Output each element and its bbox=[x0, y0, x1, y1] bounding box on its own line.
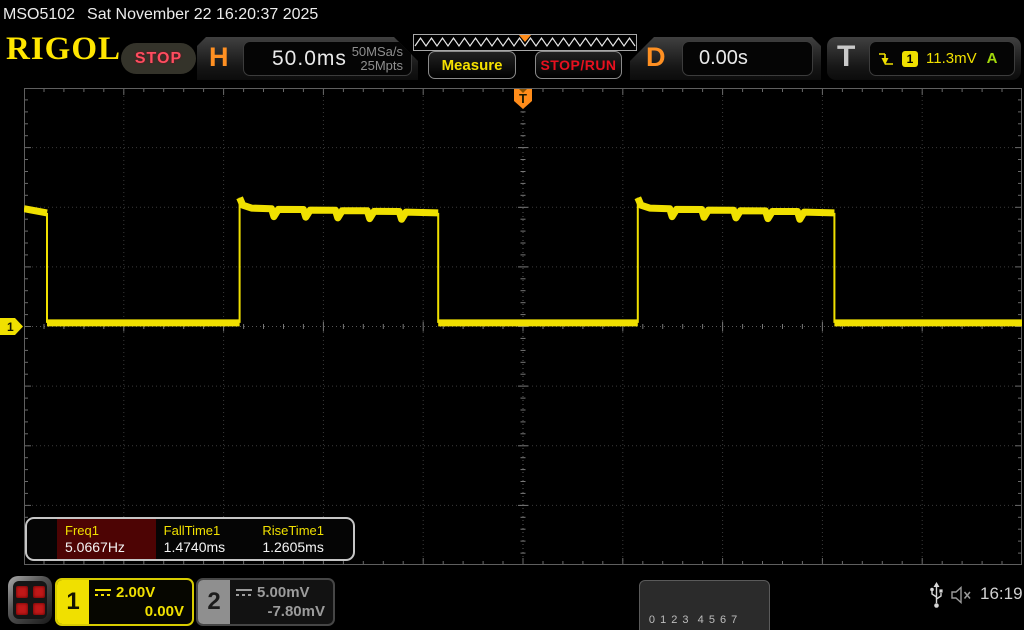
measurement-label: RiseTime1 bbox=[262, 522, 324, 538]
dc-coupling-icon bbox=[236, 589, 252, 596]
waveform-preview-bar[interactable] bbox=[413, 34, 637, 51]
dc-coupling-icon bbox=[95, 589, 111, 596]
rigol-logo: RIGOL bbox=[6, 31, 122, 67]
menu-grid-icon bbox=[13, 581, 47, 619]
delay-label: D bbox=[646, 42, 666, 72]
timebase-pill: 50.0ms 50MSa/s 25Mpts bbox=[243, 41, 412, 76]
sample-rate-value: 50MSa/s bbox=[351, 43, 403, 59]
run-state-badge: STOP bbox=[121, 43, 196, 74]
channel1-position-marker[interactable]: 1 bbox=[0, 318, 24, 335]
channel1-marker-arrow: 1 bbox=[0, 318, 23, 335]
memory-depth-value: 25Mpts bbox=[360, 57, 403, 73]
graticule-area: T bbox=[23, 88, 1022, 565]
measure-button[interactable]: Measure bbox=[428, 51, 516, 79]
trigger-pill: 1 11.3mV A bbox=[869, 41, 1015, 76]
measurement-label: FallTime1 bbox=[163, 522, 221, 538]
ch1-waveform-edges bbox=[46, 197, 836, 323]
measurement-freq1[interactable]: Freq1 5.0667Hz bbox=[57, 519, 156, 559]
preview-zigzag bbox=[414, 35, 636, 48]
clock-time: 16:19 bbox=[980, 584, 1023, 603]
trigger-label: T bbox=[837, 40, 856, 73]
channel1-block[interactable]: 1 2.00V 0.00V bbox=[55, 578, 194, 626]
horizontal-label: H bbox=[209, 42, 229, 72]
logic-label: L bbox=[616, 626, 632, 630]
measurement-label: Freq1 bbox=[65, 522, 99, 538]
measurement-value: 5.0667Hz bbox=[65, 538, 125, 555]
delay-pill: 0.00s bbox=[682, 41, 813, 76]
channel2-scale: 5.00mV bbox=[257, 584, 310, 601]
channel2-block[interactable]: 2 5.00mV -7.80mV bbox=[196, 578, 335, 626]
logic-channels-block[interactable]: L 0 1 2 3 4 5 6 7 8 9 1011 12131415 bbox=[616, 580, 770, 630]
datetime-label: Sat November 22 16:20:37 2025 bbox=[87, 6, 319, 23]
channel2-offset: -7.80mV bbox=[267, 603, 325, 620]
horizontal-timebase-block[interactable]: H 50.0ms 50MSa/s 25Mpts bbox=[197, 37, 418, 80]
timebase-value: 50.0ms bbox=[272, 46, 347, 70]
measurement-value: 1.2605ms bbox=[262, 538, 324, 555]
svg-text:T: T bbox=[519, 91, 527, 106]
logic-channel-numbers: 0 1 2 3 4 5 6 7 8 9 1011 12131415 bbox=[638, 580, 770, 630]
menu-button[interactable] bbox=[8, 576, 52, 624]
speaker-muted-icon bbox=[951, 586, 971, 604]
channel1-tab: 1 bbox=[57, 580, 89, 624]
trigger-position-marker[interactable]: T bbox=[514, 89, 532, 109]
bottom-status-bar: 1 2.00V 0.00V 2 5.00mV -7.80mV L bbox=[0, 570, 1024, 630]
top-status-bar: MSO5102 Sat November 22 16:20:37 2025 bbox=[0, 0, 1024, 30]
falling-edge-icon bbox=[879, 52, 893, 65]
trigger-sweep-mode: A bbox=[986, 50, 998, 67]
header-toolbar: RIGOL STOP H 50.0ms 50MSa/s 25Mpts Measu… bbox=[0, 30, 1024, 87]
delay-block[interactable]: D 0.00s bbox=[630, 37, 821, 80]
oscilloscope-screen: MSO5102 Sat November 22 16:20:37 2025 RIG… bbox=[0, 0, 1024, 630]
measurement-falltime1[interactable]: FallTime1 1.4740ms bbox=[156, 519, 255, 559]
channel1-offset: 0.00V bbox=[144, 603, 184, 620]
delay-value: 0.00s bbox=[699, 47, 748, 69]
usb-icon bbox=[930, 582, 943, 608]
measurement-panel[interactable]: Freq1 5.0667Hz FallTime1 1.4740ms RiseTi… bbox=[25, 517, 355, 561]
svg-text:1: 1 bbox=[7, 320, 14, 334]
graticule: T bbox=[23, 88, 1022, 565]
model-label: MSO5102 bbox=[3, 6, 76, 23]
measurement-risetime1[interactable]: RiseTime1 1.2605ms bbox=[254, 519, 353, 559]
measurement-value: 1.4740ms bbox=[163, 538, 226, 555]
channel2-tab: 2 bbox=[198, 580, 230, 624]
channel1-scale: 2.00V bbox=[116, 584, 156, 601]
trigger-level-value: 11.3mV bbox=[926, 50, 977, 67]
stop-run-button[interactable]: STOP/RUN bbox=[535, 51, 622, 79]
trigger-block[interactable]: T 1 11.3mV A bbox=[827, 37, 1021, 80]
trigger-source-badge: 1 bbox=[902, 50, 918, 67]
